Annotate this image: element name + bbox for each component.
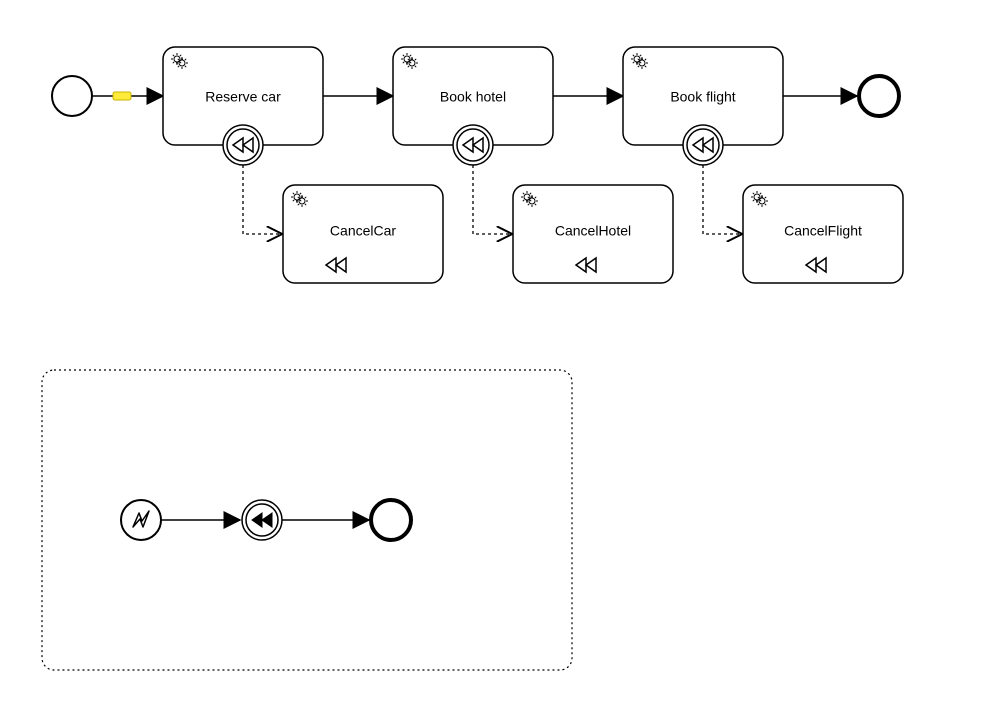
end-event[interactable] (371, 500, 411, 540)
task-cancel-hotel[interactable]: CancelHotel (513, 185, 673, 283)
task-label: Book hotel (440, 89, 506, 105)
compensation-boundary-event[interactable] (453, 125, 493, 165)
task-label: Reserve car (205, 89, 281, 105)
task-label: CancelHotel (555, 223, 631, 239)
compensation-association (473, 165, 511, 234)
compensation-boundary-event[interactable] (223, 125, 263, 165)
error-start-event[interactable] (121, 500, 161, 540)
compensation-boundary-event[interactable] (683, 125, 723, 165)
task-cancel-flight[interactable]: CancelFlight (743, 185, 903, 283)
compensation-throw-event[interactable] (242, 500, 282, 540)
end-event[interactable] (859, 76, 899, 116)
task-label: Book flight (670, 89, 735, 105)
task-cancel-car[interactable]: CancelCar (283, 185, 443, 283)
task-label: CancelCar (330, 223, 396, 239)
token (113, 92, 131, 100)
bpmn-diagram: Reserve car Book hotel Book flight (0, 0, 1000, 708)
compensation-association (703, 165, 741, 234)
start-event[interactable] (52, 76, 92, 116)
task-label: CancelFlight (784, 223, 862, 239)
compensation-association (243, 165, 281, 234)
